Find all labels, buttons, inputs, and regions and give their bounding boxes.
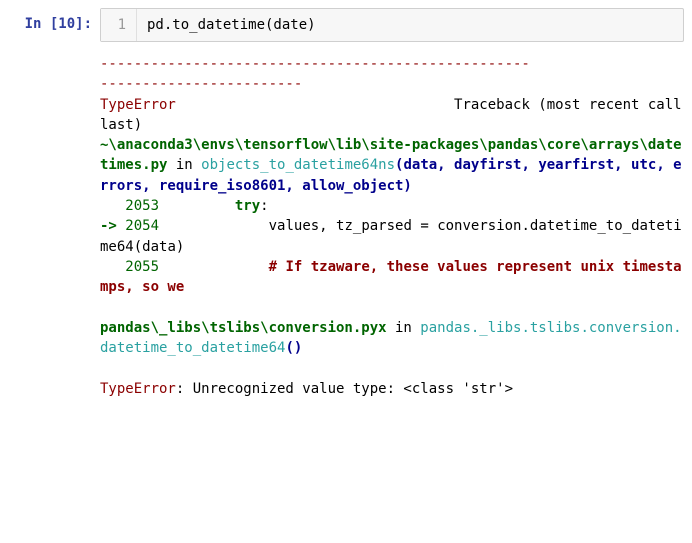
dashes-line-1: ----------------------------------------…	[100, 56, 530, 72]
comment-2055: # If tzaware, these values represent uni…	[100, 259, 682, 295]
line-number-gutter: 1	[101, 9, 137, 41]
code-2054-tzparsed: tz_parsed	[328, 218, 421, 234]
input-cell: In [10]: 1 pd.to_datetime(date)	[8, 8, 684, 42]
dashes-line-2: ------------------------	[100, 76, 302, 92]
final-error-type: TypeError	[100, 381, 176, 397]
lineno-2055: 2055	[100, 259, 167, 275]
code-2054-data: data	[142, 239, 176, 255]
frame2-parens: ()	[285, 340, 302, 356]
try-keyword: try	[167, 198, 260, 214]
frame1-function-name: objects_to_datetime64ns	[201, 157, 395, 173]
gap-spaces	[176, 97, 454, 113]
in-keyword-1: in	[167, 157, 201, 173]
code-2054-eq: =	[420, 218, 428, 234]
code-2054-values: values	[167, 218, 319, 234]
lineno-2054: 2054	[125, 218, 167, 234]
final-error-message: : Unrecognized value type: <class 'str'>	[176, 381, 513, 397]
code-input-area[interactable]: 1 pd.to_datetime(date)	[100, 8, 684, 42]
code-2054-lparen: (	[134, 239, 142, 255]
code-text[interactable]: pd.to_datetime(date)	[137, 9, 683, 41]
traceback-output: ----------------------------------------…	[100, 50, 684, 403]
frame2-file-path: pandas\_libs\tslibs\conversion.pyx	[100, 320, 387, 336]
lineno-2053: 2053	[100, 198, 167, 214]
input-prompt: In [10]:	[8, 8, 100, 32]
code-2054-rparen: )	[176, 239, 184, 255]
output-cell: ----------------------------------------…	[8, 50, 684, 403]
code-2054-comma: ,	[319, 218, 327, 234]
in-keyword-2: in	[387, 320, 421, 336]
arrow-indicator: ->	[100, 218, 125, 234]
code-2054-dot: .	[521, 218, 529, 234]
error-type-name: TypeError	[100, 97, 176, 113]
colon-2053: :	[260, 198, 268, 214]
code-2054-conversion: conversion	[429, 218, 522, 234]
